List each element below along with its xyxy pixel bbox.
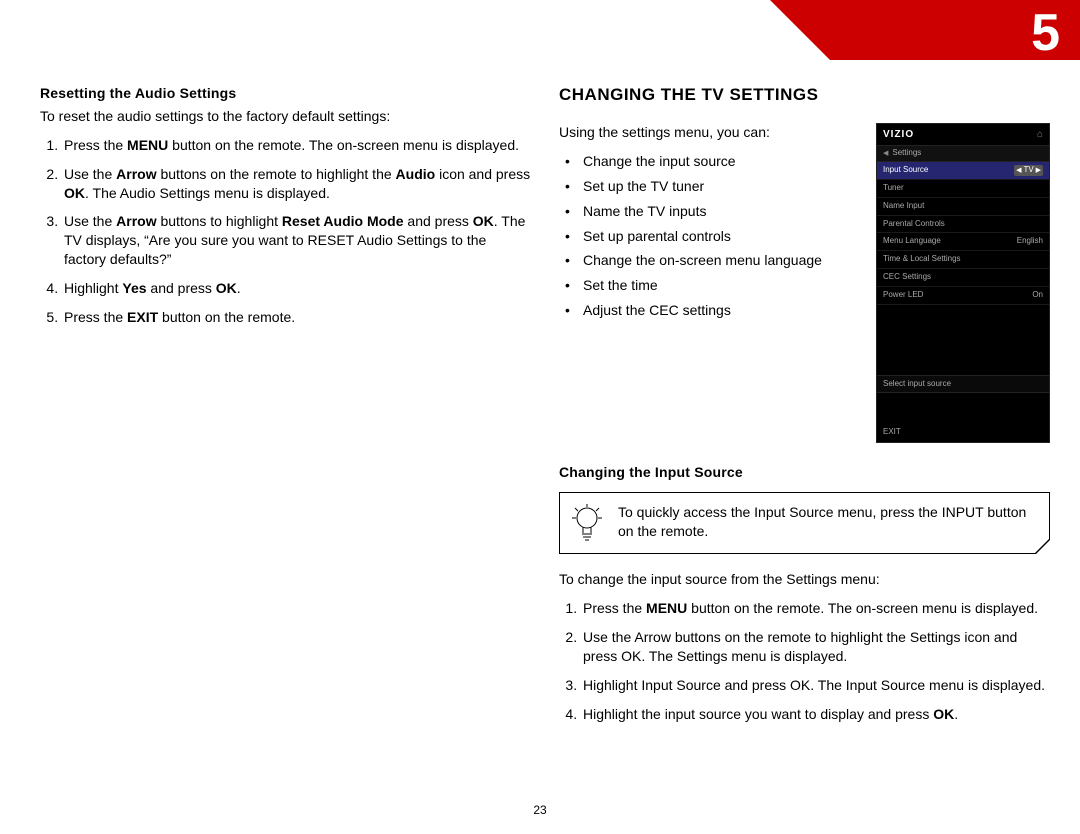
list-item: Set up parental controls	[581, 227, 858, 246]
intro-reset-audio: To reset the audio settings to the facto…	[40, 107, 531, 126]
list-item: Use the Arrow buttons on the remote to h…	[581, 628, 1050, 666]
heading-tv-settings: CHANGING THE TV SETTINGS	[559, 84, 1050, 107]
osd-row-input-source: Input Source◀ TV ▶	[877, 162, 1049, 180]
page-number: 23	[0, 802, 1080, 818]
list-item: Set the time	[581, 276, 858, 295]
list-item: Press the MENU button on the remote. The…	[581, 599, 1050, 618]
osd-screenshot: VIZIO ⌂ ◀ Settings Input Source◀ TV ▶ Tun…	[876, 123, 1050, 443]
osd-row: Name Input	[877, 198, 1049, 216]
list-item: Change the on-screen menu language	[581, 251, 858, 270]
osd-brand: VIZIO	[883, 128, 914, 142]
left-column: Resetting the Audio Settings To reset th…	[40, 84, 531, 737]
tip-callout: To quickly access the Input Source menu,…	[559, 492, 1050, 554]
heading-reset-audio: Resetting the Audio Settings	[40, 84, 531, 103]
right-column: CHANGING THE TV SETTINGS Using the setti…	[559, 84, 1050, 737]
list-item: Name the TV inputs	[581, 202, 858, 221]
osd-row: Menu LanguageEnglish	[877, 233, 1049, 251]
list-item: Change the input source	[581, 152, 858, 171]
intro-tv-settings: Using the settings menu, you can:	[559, 123, 858, 142]
list-item: Use the Arrow buttons on the remote to h…	[62, 165, 531, 203]
osd-row: Power LEDOn	[877, 287, 1049, 305]
steps-change-input: Press the MENU button on the remote. The…	[559, 599, 1050, 723]
list-item: Highlight Input Source and press OK. The…	[581, 676, 1050, 695]
heading-input-source: Changing the Input Source	[559, 463, 1050, 482]
list-item: Highlight Yes and press OK.	[62, 279, 531, 298]
intro-change-input: To change the input source from the Sett…	[559, 570, 1050, 589]
list-item: Press the MENU button on the remote. The…	[62, 136, 531, 155]
bullet-list: Change the input source Set up the TV tu…	[559, 152, 858, 320]
osd-exit: EXIT	[877, 423, 1049, 442]
list-item: Press the EXIT button on the remote.	[62, 308, 531, 327]
osd-row: CEC Settings	[877, 269, 1049, 287]
tip-text: To quickly access the Input Source menu,…	[618, 504, 1026, 539]
lightbulb-icon	[570, 504, 604, 542]
osd-menu-title: Settings	[892, 148, 921, 159]
steps-reset-audio: Press the MENU button on the remote. The…	[40, 136, 531, 327]
osd-row: Parental Controls	[877, 216, 1049, 234]
home-icon: ⌂	[1037, 128, 1043, 142]
list-item: Adjust the CEC settings	[581, 301, 858, 320]
osd-hint: Select input source	[877, 375, 1049, 394]
chapter-tab: 5	[830, 0, 1080, 60]
list-item: Highlight the input source you want to d…	[581, 705, 1050, 724]
list-item: Use the Arrow buttons to highlight Reset…	[62, 212, 531, 269]
osd-row: Tuner	[877, 180, 1049, 198]
chapter-number: 5	[1031, 0, 1060, 68]
osd-row: Time & Local Settings	[877, 251, 1049, 269]
back-arrow-icon: ◀	[883, 149, 888, 158]
list-item: Set up the TV tuner	[581, 177, 858, 196]
